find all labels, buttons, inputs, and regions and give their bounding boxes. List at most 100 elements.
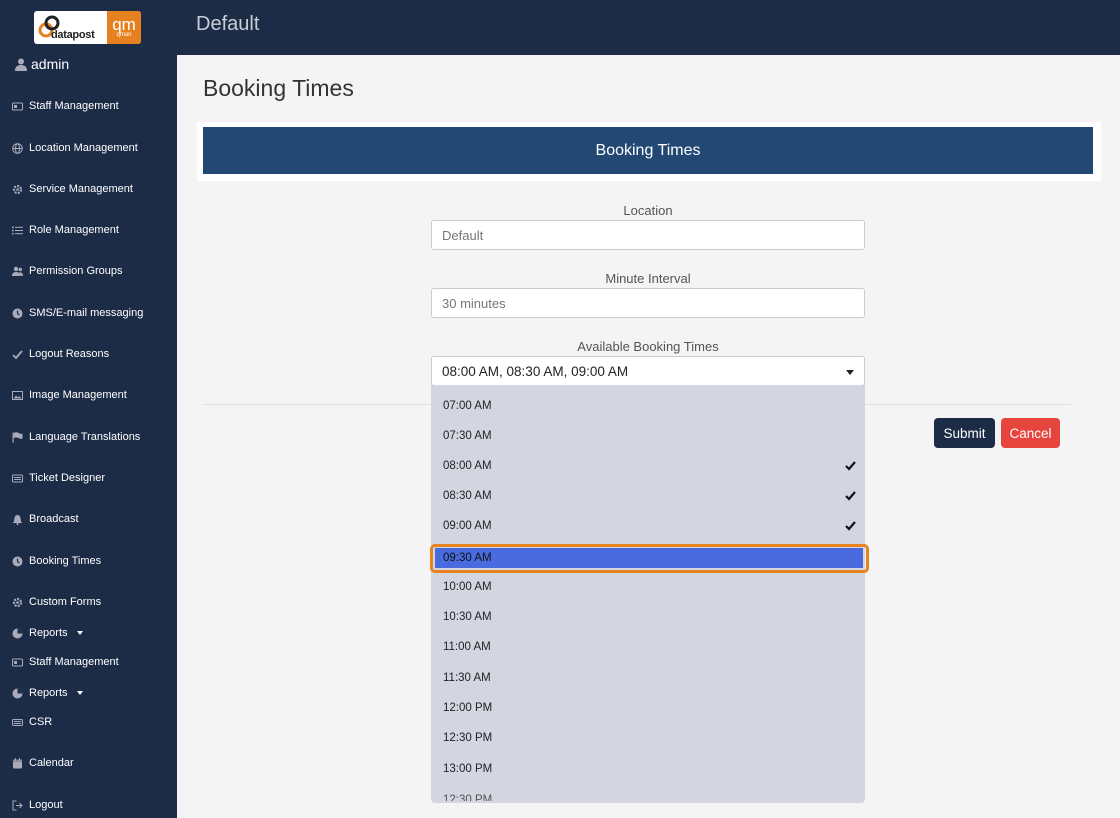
dropdown-option[interactable]: 12:30 PM	[431, 723, 865, 753]
dropdown-option[interactable]: 10:30 AM	[431, 602, 865, 632]
top-bar: Default	[177, 0, 1120, 55]
sidebar-item-logout-reasons[interactable]: Logout Reasons	[12, 348, 109, 360]
sidebar-item-language-translations[interactable]: Language Translations	[12, 431, 140, 443]
sidebar-item-label: CSR	[29, 716, 53, 728]
image-icon	[12, 390, 23, 401]
top-bar-title: Default	[196, 13, 260, 35]
dropdown-option[interactable]: 13:00 PM	[431, 754, 865, 784]
dropdown-option-partial[interactable]: 12:30 PM	[431, 785, 865, 801]
sidebar-item-role-management[interactable]: Role Management	[12, 224, 119, 236]
sign-out-icon	[12, 800, 23, 811]
dropdown-option[interactable]: 11:30 AM	[431, 663, 865, 693]
available-times-value: 08:00 AM, 08:30 AM, 09:00 AM	[442, 363, 629, 379]
sidebar-item-label: Custom Forms	[29, 596, 102, 608]
dropdown-option[interactable]: 09:00 AM	[431, 511, 865, 541]
sidebar-item-label: Logout Reasons	[29, 348, 110, 360]
sidebar-item-staff-management[interactable]: Staff Management	[12, 100, 119, 112]
dropdown-option[interactable]: 07:00 AM	[431, 391, 865, 421]
cancel-button[interactable]: Cancel	[1001, 418, 1060, 448]
sidebar-item-label: Booking Times	[29, 555, 102, 567]
sidebar-item-reports[interactable]: Reports	[12, 627, 83, 639]
minute-interval-label: Minute Interval	[605, 271, 691, 286]
card-header: Booking Times	[203, 127, 1093, 174]
sidebar-item-booking-times[interactable]: Booking Times	[12, 555, 101, 567]
dropdown-option[interactable]: 12:00 PM	[431, 693, 865, 723]
sidebar-item-label: Image Management	[29, 389, 127, 401]
gear-icon	[12, 184, 23, 195]
bell-icon	[12, 514, 23, 525]
sidebar-item-sms-email-messaging[interactable]: SMS/E-mail messaging	[12, 307, 143, 319]
sidebar-item-image-management[interactable]: Image Management	[12, 389, 127, 401]
dropdown-option[interactable]: 08:30 AM	[431, 481, 865, 511]
sidebar-item-label: Reports	[29, 687, 68, 699]
sidebar-item-service-management[interactable]: Service Management	[12, 183, 133, 195]
calendar-icon	[12, 757, 23, 769]
sidebar-item-label: Service Management	[29, 183, 133, 195]
users-icon	[12, 266, 23, 277]
id-card-icon	[12, 657, 23, 668]
checkmark-icon	[845, 461, 856, 471]
dropdown-option[interactable]: 08:00 AM	[431, 451, 865, 481]
logo-sub: qman	[116, 31, 132, 38]
available-times-select[interactable]: 08:00 AM, 08:30 AM, 09:00 AM	[431, 356, 865, 386]
sidebar-item-csr[interactable]: CSR	[12, 716, 52, 728]
sidebar-item-label: SMS/E-mail messaging	[29, 307, 144, 319]
clock-icon	[12, 556, 23, 567]
sidebar-item-logout[interactable]: Logout	[12, 799, 63, 811]
sidebar-item-custom-forms[interactable]: Custom Forms	[12, 596, 101, 608]
id-card-icon	[12, 101, 23, 112]
sidebar-item-label: Language Translations	[29, 431, 141, 443]
pie-chart-icon	[12, 688, 23, 699]
sidebar-item-location-management[interactable]: Location Management	[12, 142, 138, 154]
caret-down-icon	[846, 370, 854, 375]
dropdown-option[interactable]: 11:00 AM	[431, 632, 865, 662]
chevron-down-icon	[76, 631, 83, 635]
sidebar-item-label: Broadcast	[29, 513, 79, 525]
highlight-ring	[430, 544, 869, 573]
sidebar-item-ticket-designer[interactable]: Ticket Designer	[12, 472, 105, 484]
sidebar-item-permission-groups[interactable]: Permission Groups	[12, 265, 123, 277]
sidebar-item-label: Permission Groups	[29, 265, 123, 277]
minute-interval-field[interactable]: 30 minutes	[431, 288, 865, 318]
location-label: Location	[623, 203, 673, 218]
globe-icon	[12, 142, 23, 154]
booking-times-dropdown[interactable]: 07:00 AM 07:30 AM 08:00 AM 08:30 AM 09:0…	[431, 385, 865, 803]
location-value: Default	[442, 227, 484, 243]
sidebar-item-label: Staff Management	[29, 656, 119, 668]
list-icon	[12, 225, 23, 236]
dropdown-option[interactable]: 10:00 AM	[431, 572, 865, 602]
user-profile[interactable]: admin	[15, 56, 69, 72]
location-field[interactable]: Default	[431, 220, 865, 250]
app-logo[interactable]: datapost qm qman	[34, 11, 141, 44]
sidebar-item-label: Calendar	[29, 757, 74, 769]
dropdown-option[interactable]: 07:30 AM	[431, 421, 865, 451]
ticket-icon	[12, 473, 23, 484]
pie-chart-icon	[12, 628, 23, 639]
gear-icon	[12, 597, 23, 608]
sidebar-item-label: Staff Management	[29, 100, 119, 112]
sidebar-item-label: Logout	[29, 799, 63, 811]
logo-qm: qm	[112, 14, 136, 34]
sidebar-item-label: Ticket Designer	[29, 472, 106, 484]
checkmark-icon	[845, 491, 856, 501]
page-title: Booking Times	[203, 75, 354, 101]
minute-interval-value: 30 minutes	[442, 295, 506, 311]
sidebar-item-label: Role Management	[29, 224, 119, 236]
sidebar-item-reports-2[interactable]: Reports	[12, 687, 83, 699]
sidebar-item-broadcast[interactable]: Broadcast	[12, 513, 79, 525]
logo-wordmark: datapost	[51, 29, 95, 41]
sidebar: datapost qm qman admin Staff Management …	[0, 0, 177, 818]
flag-icon	[12, 431, 23, 443]
clock-icon	[12, 308, 23, 319]
keyboard-icon	[12, 717, 23, 728]
chevron-down-icon	[76, 691, 83, 695]
sidebar-item-label: Location Management	[29, 142, 138, 154]
username: admin	[31, 56, 70, 72]
sidebar-item-calendar[interactable]: Calendar	[12, 757, 74, 769]
available-times-label: Available Booking Times	[577, 339, 719, 354]
check-icon	[12, 349, 23, 360]
sidebar-item-staff-management-2[interactable]: Staff Management	[12, 656, 119, 668]
submit-button[interactable]: Submit	[934, 418, 995, 448]
user-icon	[15, 58, 27, 71]
checkmark-icon	[845, 521, 856, 531]
